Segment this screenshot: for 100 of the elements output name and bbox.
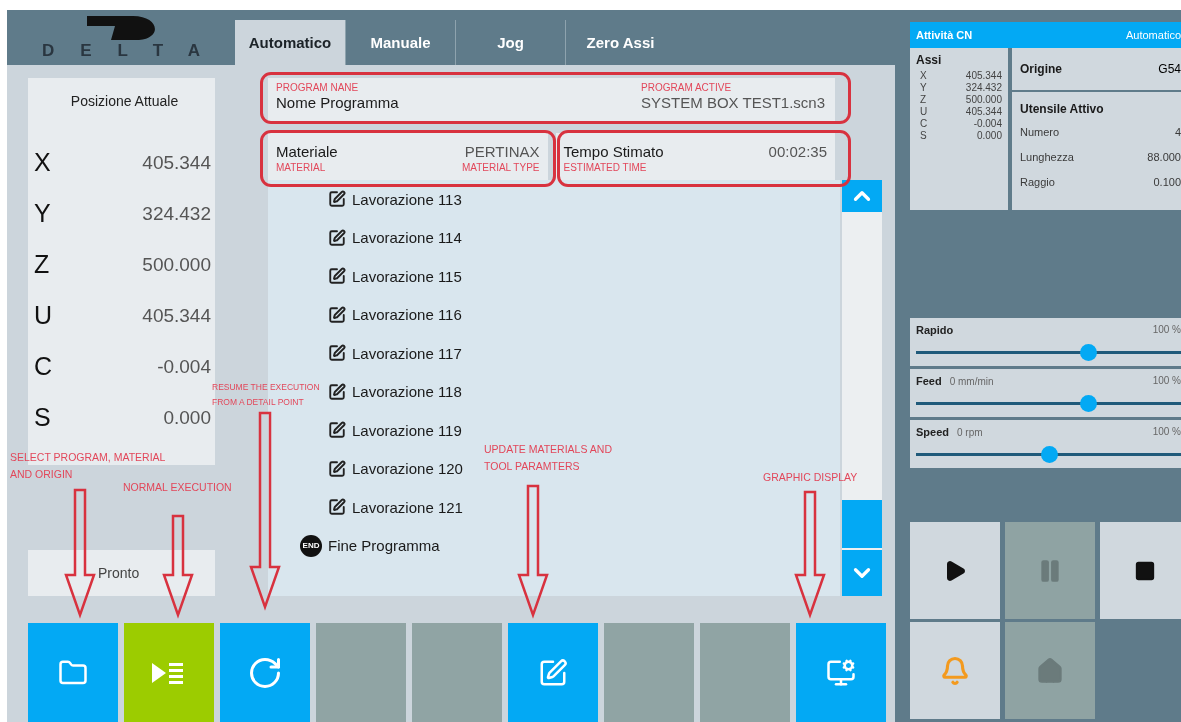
operation-item[interactable]: Lavorazione 121 bbox=[352, 498, 463, 516]
axis-value: 405.344 bbox=[142, 304, 211, 327]
field-label: Raggio bbox=[1020, 175, 1055, 188]
slider-reading: 0 rpm bbox=[957, 427, 983, 438]
slider-label: Speed bbox=[916, 426, 949, 438]
toolbar-button[interactable] bbox=[796, 623, 886, 722]
annotation-caption: PROGRAM NANE bbox=[276, 81, 359, 94]
edit-icon bbox=[328, 228, 346, 247]
edit-icon bbox=[538, 657, 568, 688]
field-label: Tempo Stimato bbox=[563, 143, 664, 161]
axis-value: 500.000 bbox=[965, 94, 1002, 106]
operation-item[interactable]: Lavorazione 120 bbox=[352, 460, 463, 478]
axis-label: U bbox=[920, 106, 928, 118]
monitor-icon bbox=[826, 657, 856, 688]
slider-percent: 100 % bbox=[1152, 375, 1181, 387]
slider-percent: 100 % bbox=[1152, 426, 1181, 438]
slider-track[interactable] bbox=[916, 446, 1181, 463]
slider-track[interactable] bbox=[916, 395, 1181, 412]
annotation-caption: PROGRAM ACTIVE bbox=[641, 81, 732, 94]
annotation-caption: MATERIAL bbox=[276, 161, 326, 174]
bell-icon bbox=[940, 655, 970, 686]
edit-icon bbox=[328, 267, 346, 286]
edit-icon bbox=[328, 421, 346, 440]
annotation-note: RESUME THE EXECUTION FROM A DETAIL POINT bbox=[212, 381, 321, 409]
status-text: Pronto bbox=[28, 550, 215, 596]
slider-thumb[interactable] bbox=[1080, 344, 1098, 361]
edit-icon bbox=[328, 344, 346, 363]
slider-percent: 100 % bbox=[1152, 324, 1181, 336]
axis-value: 500.000 bbox=[142, 253, 211, 276]
axis-value: 324.432 bbox=[142, 202, 211, 225]
field-value: 4 bbox=[1174, 125, 1181, 138]
slider-label: Rapido bbox=[916, 324, 954, 336]
stop-icon bbox=[1134, 559, 1156, 582]
end-badge: END bbox=[300, 534, 322, 557]
axis-label: Z bbox=[34, 250, 50, 279]
run-list-icon bbox=[152, 660, 186, 685]
operation-item[interactable]: Lavorazione 114 bbox=[352, 229, 462, 247]
axis-label: U bbox=[34, 301, 53, 330]
operation-item[interactable]: Lavorazione 118 bbox=[352, 383, 462, 401]
annotation-caption: MATERIAL TYPE bbox=[461, 161, 540, 174]
field-value: G54 bbox=[1158, 62, 1181, 76]
annotation-note: GRAPHIC DISPLAY bbox=[763, 470, 859, 485]
scroll-up-button[interactable] bbox=[842, 180, 882, 212]
field-value: 88.000 bbox=[1147, 150, 1181, 163]
annotation-note: NORMAL EXECUTION bbox=[123, 480, 233, 495]
field-label: Origine bbox=[1020, 62, 1062, 76]
scroll-thumb[interactable] bbox=[842, 500, 882, 548]
operation-item[interactable]: Fine Programma bbox=[328, 537, 440, 555]
toolbar-button[interactable] bbox=[28, 623, 118, 722]
edit-icon bbox=[328, 459, 346, 478]
scroll-down-button[interactable] bbox=[842, 550, 882, 596]
edit-icon bbox=[328, 498, 346, 517]
card-title: Posizione Attuale bbox=[69, 93, 180, 109]
slider-label: Feed bbox=[916, 375, 942, 387]
field-value: 00:02:35 bbox=[768, 143, 827, 161]
annotation-note: UPDATE MATERIALS AND TOOL PARAMTERS bbox=[484, 442, 613, 474]
axis-value: -0.004 bbox=[973, 118, 1002, 130]
axis-value: 0.000 bbox=[976, 130, 1002, 142]
field-label: Lunghezza bbox=[1020, 150, 1074, 163]
toolbar-button[interactable] bbox=[220, 623, 310, 722]
tab[interactable]: Automatico bbox=[235, 20, 345, 65]
slider-thumb[interactable] bbox=[1040, 446, 1058, 463]
operation-item[interactable]: Lavorazione 117 bbox=[352, 344, 462, 362]
axis-label: Y bbox=[920, 82, 927, 94]
edit-icon bbox=[328, 305, 346, 324]
edit-icon bbox=[328, 190, 346, 209]
operation-item[interactable]: Lavorazione 113 bbox=[352, 190, 462, 208]
axis-value: 324.432 bbox=[965, 82, 1002, 94]
axis-value: 405.344 bbox=[965, 106, 1002, 118]
home-icon bbox=[1036, 656, 1064, 685]
operation-item[interactable]: Lavorazione 116 bbox=[352, 306, 462, 324]
panel-title: Attività CN bbox=[916, 29, 973, 41]
field-label: Numero bbox=[1020, 125, 1060, 138]
control-button[interactable] bbox=[910, 522, 1000, 619]
toolbar-button[interactable] bbox=[508, 623, 598, 722]
axis-label: S bbox=[34, 403, 51, 432]
card-title: Assi bbox=[916, 53, 943, 67]
mode-text: Automatico bbox=[1125, 29, 1181, 41]
field-value: 0.100 bbox=[1153, 175, 1181, 188]
axis-label: C bbox=[920, 118, 928, 130]
field-value: PERTINAX bbox=[464, 143, 540, 161]
axis-value: 0.000 bbox=[163, 406, 211, 429]
slider-reading: 0 mm/min bbox=[949, 376, 994, 387]
axis-value: 405.344 bbox=[965, 70, 1002, 82]
slider-track[interactable] bbox=[916, 344, 1181, 361]
annotation-caption: ESTIMATED TIME bbox=[563, 161, 647, 174]
operation-item[interactable]: Lavorazione 115 bbox=[352, 267, 462, 285]
logo-text: DELTA bbox=[41, 42, 227, 59]
axis-value: 405.344 bbox=[142, 151, 211, 174]
toolbar-button[interactable] bbox=[124, 623, 214, 722]
field-label: Materiale bbox=[276, 143, 338, 161]
field-label: Nome Programma bbox=[276, 94, 399, 112]
operation-item[interactable]: Lavorazione 119 bbox=[352, 421, 462, 439]
control-button[interactable] bbox=[1100, 522, 1181, 619]
slider-thumb[interactable] bbox=[1080, 395, 1098, 412]
axis-label: C bbox=[34, 352, 53, 381]
axis-value: -0.004 bbox=[157, 355, 211, 378]
axis-label: X bbox=[34, 148, 51, 177]
annotation-note: SELECT PROGRAM, MATERIAL AND ORIGIN bbox=[10, 450, 166, 482]
axis-label: Y bbox=[34, 199, 51, 228]
